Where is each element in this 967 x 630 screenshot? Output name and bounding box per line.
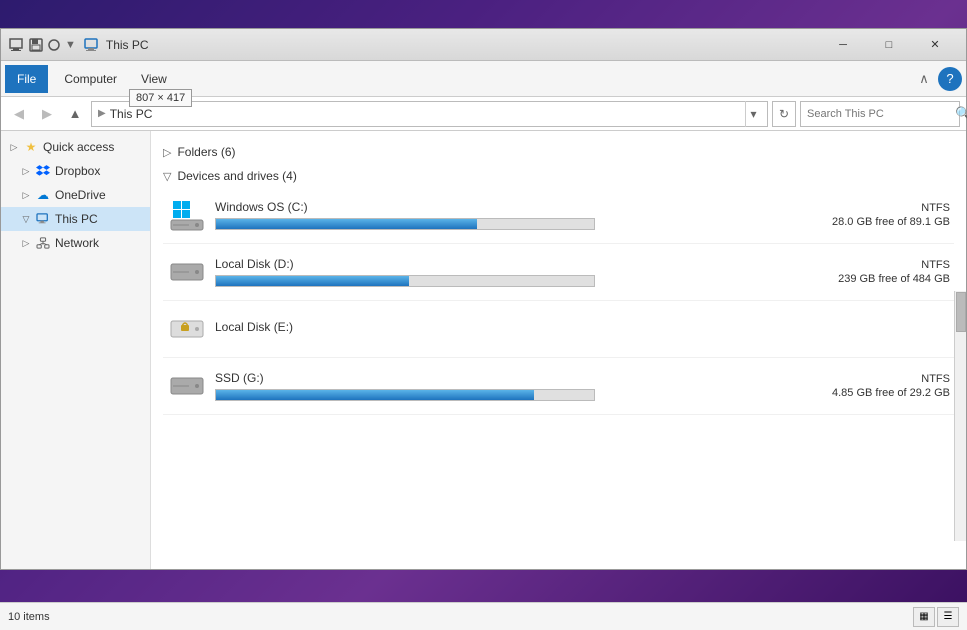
network-icon (35, 235, 51, 251)
drive-free-g: 4.85 GB free of 29.2 GB (832, 387, 950, 399)
title-text: This PC (84, 38, 820, 52)
folders-title: Folders (6) (177, 145, 235, 159)
dropbox-label: Dropbox (55, 164, 100, 178)
ribbon-collapse-button[interactable]: ∧ (914, 69, 934, 89)
save-icon (29, 38, 43, 52)
folders-chevron: ▷ (163, 146, 171, 159)
drive-meta-c: NTFS 28.0 GB free of 89.1 GB (832, 202, 950, 228)
dimension-tooltip: 807 × 417 (129, 89, 192, 107)
drive-list: Windows OS (C:) NTFS 28.0 GB free of 89.… (163, 187, 954, 415)
maximize-button[interactable]: □ (866, 29, 912, 61)
progress-fill-c (216, 219, 477, 229)
main-layout: ▷ ★ Quick access ▷ Dropbox ▷ ☁ OneDrive … (1, 131, 966, 569)
drive-free-c: 28.0 GB free of 89.1 GB (832, 216, 950, 228)
computer-icon (84, 38, 100, 52)
minimize-button[interactable]: ─ (820, 29, 866, 61)
close-button[interactable]: ✕ (912, 29, 958, 61)
devices-title: Devices and drives (4) (177, 169, 296, 183)
address-path: This PC (110, 107, 153, 121)
folders-section-header[interactable]: ▷ Folders (6) (163, 139, 954, 163)
quick-access-icon: ★ (23, 139, 39, 155)
this-pc-icon (35, 211, 51, 227)
drive-icon-g (167, 366, 207, 406)
file-menu-button[interactable]: File (5, 65, 48, 93)
onedrive-icon: ☁ (35, 187, 51, 203)
onedrive-expand: ▷ (21, 190, 31, 200)
dropbox-expand: ▷ (21, 166, 31, 176)
scrollbar-thumb[interactable] (956, 292, 966, 332)
drive-info-e: Local Disk (E:) (215, 320, 934, 338)
back-button[interactable]: ◀ (7, 102, 31, 126)
scrollbar[interactable] (954, 291, 966, 541)
this-pc-expand: ▽ (21, 214, 31, 224)
drive-name-g: SSD (G:) (215, 371, 816, 385)
quick-access-label: Quick access (43, 140, 114, 154)
drive-meta-d: NTFS 239 GB free of 484 GB (838, 259, 950, 285)
sidebar-item-dropbox[interactable]: ▷ Dropbox (1, 159, 150, 183)
pin-icon (47, 38, 61, 52)
drive-info-g: SSD (G:) (215, 371, 816, 401)
forward-button[interactable]: ▶ (35, 102, 59, 126)
drive-name-e: Local Disk (E:) (215, 320, 934, 334)
sidebar-item-quick-access[interactable]: ▷ ★ Quick access (1, 135, 150, 159)
sidebar-item-this-pc[interactable]: ▽ This PC (1, 207, 150, 231)
progress-fill-d (216, 276, 409, 286)
address-separator: ▶ (98, 108, 106, 119)
sidebar: ▷ ★ Quick access ▷ Dropbox ▷ ☁ OneDrive … (1, 131, 151, 569)
drive-item-c[interactable]: Windows OS (C:) NTFS 28.0 GB free of 89.… (163, 187, 954, 244)
progress-fill-g (216, 390, 534, 400)
devices-chevron: ▽ (163, 170, 171, 183)
search-button[interactable]: 🔍 (955, 101, 967, 127)
progress-bar-d (215, 275, 595, 287)
status-bar: 10 items ▦ ☰ (0, 602, 967, 630)
drive-icon-c (167, 195, 207, 235)
network-label: Network (55, 236, 99, 250)
drive-item-e[interactable]: Local Disk (E:) (163, 301, 954, 358)
drive-fs-g: NTFS (832, 373, 950, 385)
this-pc-label: This PC (55, 212, 98, 226)
drive-item-g[interactable]: SSD (G:) NTFS 4.85 GB free of 29.2 GB (163, 358, 954, 415)
dropbox-icon (35, 163, 51, 179)
sidebar-item-onedrive[interactable]: ▷ ☁ OneDrive (1, 183, 150, 207)
onedrive-label: OneDrive (55, 188, 106, 202)
drive-fs-c: NTFS (832, 202, 950, 214)
drive-fs-d: NTFS (838, 259, 950, 271)
devices-section-header[interactable]: ▽ Devices and drives (4) (163, 163, 954, 187)
up-button[interactable]: ▲ (63, 102, 87, 126)
list-view-button[interactable]: ☰ (937, 607, 959, 627)
address-box[interactable]: ▶ This PC ▾ (91, 101, 768, 127)
computer-tab[interactable]: Computer (52, 65, 129, 93)
search-box: 🔍 (800, 101, 960, 127)
content-area: ▷ Folders (6) ▽ Devices and drives (4) (151, 131, 966, 569)
status-item-count: 10 items (8, 611, 50, 623)
title-dropdown-arrow[interactable]: ▼ (65, 39, 76, 51)
progress-bar-c (215, 218, 595, 230)
drive-info-c: Windows OS (C:) (215, 200, 816, 230)
status-view-buttons: ▦ ☰ (913, 607, 959, 627)
address-dropdown-arrow[interactable]: ▾ (745, 101, 761, 127)
title-bar: ▼ This PC 807 × 417 ─ □ ✕ (1, 29, 966, 61)
grid-view-button[interactable]: ▦ (913, 607, 935, 627)
search-input[interactable] (801, 108, 955, 120)
drive-free-d: 239 GB free of 484 GB (838, 273, 950, 285)
network-expand: ▷ (21, 238, 31, 248)
drive-icon-d (167, 252, 207, 292)
progress-bar-g (215, 389, 595, 401)
drive-icon-e (167, 309, 207, 349)
drive-meta-g: NTFS 4.85 GB free of 29.2 GB (832, 373, 950, 399)
title-bar-icons: ▼ (9, 38, 76, 52)
drive-name-c: Windows OS (C:) (215, 200, 816, 214)
drive-info-d: Local Disk (D:) (215, 257, 822, 287)
window-title: This PC (106, 38, 149, 52)
help-button[interactable]: ? (938, 67, 962, 91)
drive-item-d[interactable]: Local Disk (D:) NTFS 239 GB free of 484 … (163, 244, 954, 301)
quick-access-expand: ▷ (9, 142, 19, 152)
window-icon (9, 38, 25, 52)
refresh-button[interactable]: ↻ (772, 101, 796, 127)
drive-name-d: Local Disk (D:) (215, 257, 822, 271)
address-content: ▶ This PC (98, 107, 745, 121)
sidebar-item-network[interactable]: ▷ Network (1, 231, 150, 255)
title-controls: ─ □ ✕ (820, 29, 958, 61)
explorer-window: ▼ This PC 807 × 417 ─ □ ✕ File Computer … (0, 28, 967, 570)
